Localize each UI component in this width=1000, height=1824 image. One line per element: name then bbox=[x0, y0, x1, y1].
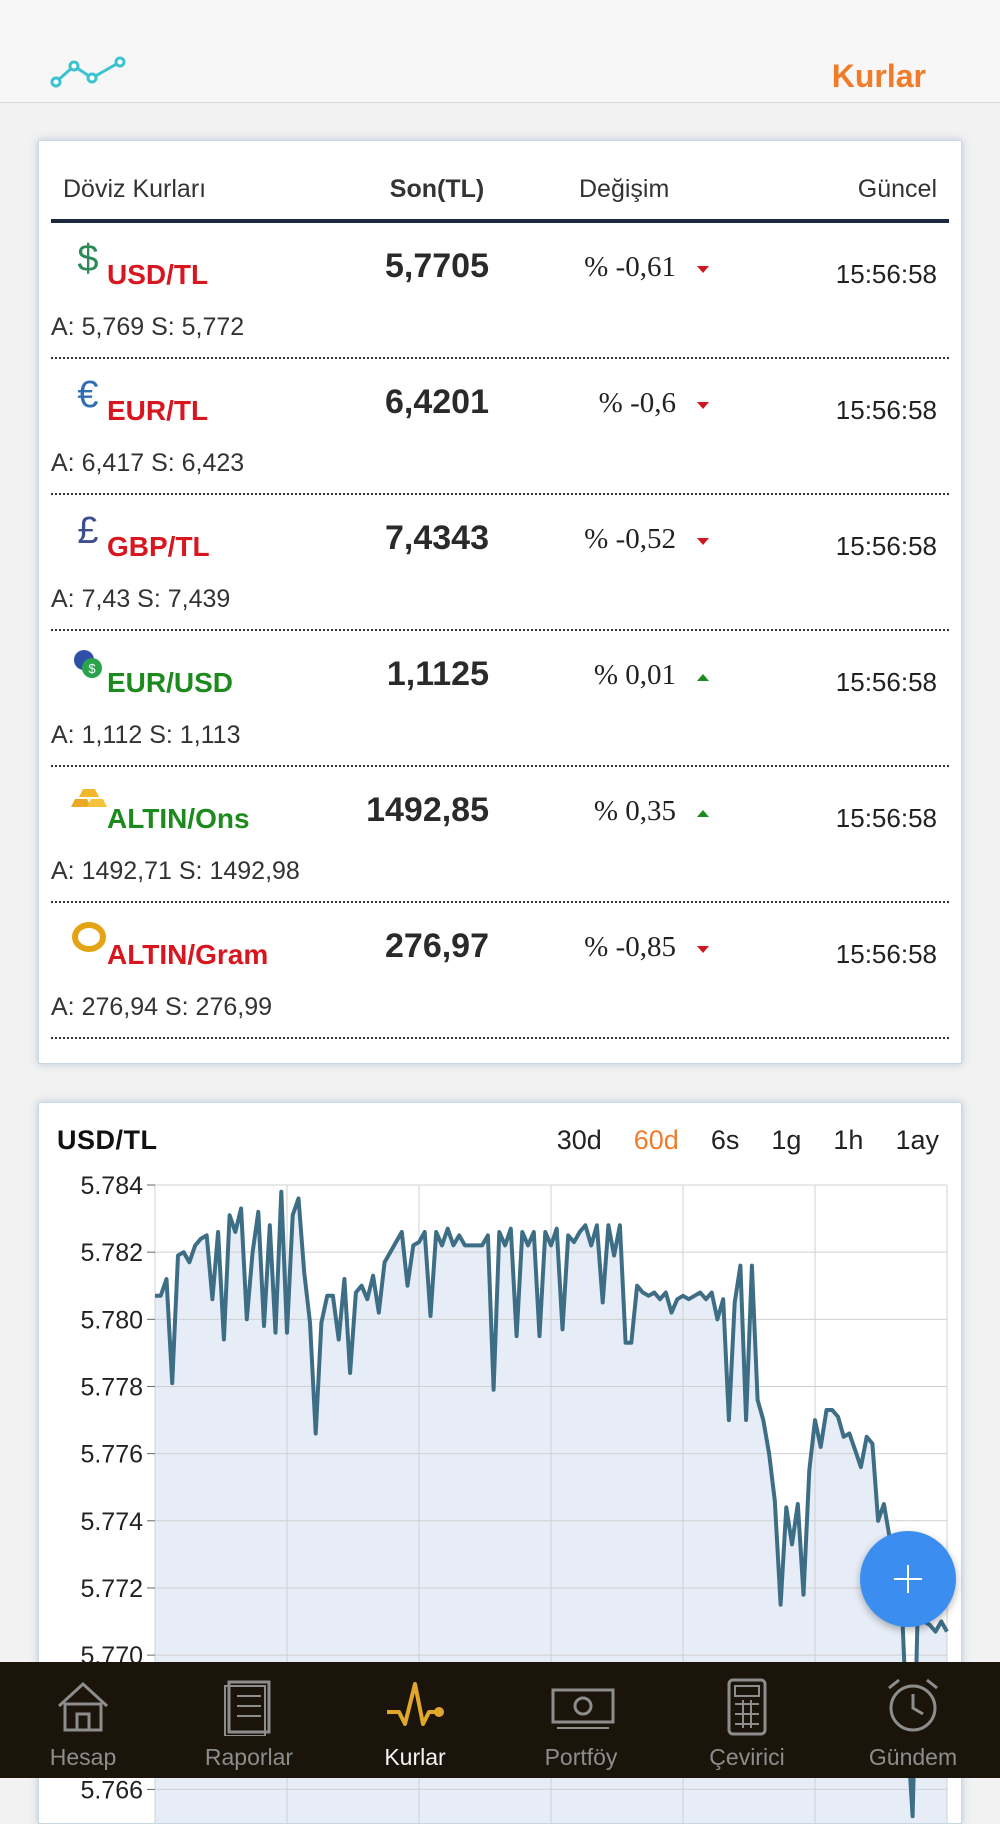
range-30d[interactable]: 30d bbox=[557, 1125, 602, 1155]
tab-bar: Hesap Raporlar Kurlar Portföy Çevirici G… bbox=[0, 1662, 1000, 1778]
change-percent: % 0,01 bbox=[593, 659, 676, 691]
rate-row-eur-usd[interactable]: $ EUR/USD 1,1125 % 0,01 15:56:58 A: 1,112 S: … bbox=[51, 629, 949, 767]
tab-cevirici[interactable]: Çevirici bbox=[664, 1662, 830, 1778]
update-time: 15:56:58 bbox=[835, 939, 937, 969]
bid-ask: A: 1,112 S: 1,113 bbox=[51, 721, 241, 749]
gold-bars-icon bbox=[71, 783, 107, 823]
y-tick-label: 5.766 bbox=[80, 1776, 143, 1804]
page-title: Kurlar bbox=[831, 58, 926, 94]
last-price: 5,7705 bbox=[385, 247, 489, 285]
bid-ask: A: 276,94 S: 276,99 bbox=[51, 993, 273, 1021]
currency-pair: ALTIN/Ons bbox=[107, 803, 250, 834]
bid-ask: A: 7,43 S: 7,439 bbox=[51, 585, 231, 613]
bid-ask: A: 6,417 S: 6,423 bbox=[51, 449, 245, 477]
range-1h[interactable]: 1h bbox=[833, 1125, 863, 1155]
column-header-updated: Güncel bbox=[857, 175, 937, 203]
change-percent: % -0,85 bbox=[584, 931, 676, 963]
rate-row-eur-tl[interactable]: € EUR/TL 6,4201 % -0,6 15:56:58 A: 6,417 S: 6… bbox=[51, 357, 949, 495]
last-price: 1492,85 bbox=[366, 791, 489, 829]
y-tick-label: 5.778 bbox=[80, 1373, 143, 1401]
rate-row-usd-tl[interactable]: $ USD/TL 5,7705 % -0,61 15:56:58 A: 5,769 S: … bbox=[51, 221, 949, 359]
y-tick-label: 5.774 bbox=[80, 1508, 143, 1536]
update-time: 15:56:58 bbox=[835, 803, 937, 833]
column-header-currency: Döviz Kurları bbox=[63, 175, 207, 203]
pound-icon: £ bbox=[77, 510, 99, 552]
arrow-up-icon bbox=[697, 810, 709, 817]
tab-kurlar[interactable]: Kurlar bbox=[332, 1662, 498, 1778]
pulse-icon bbox=[387, 1682, 444, 1726]
rates-table-header: Döviz Kurları Son(TL) Değişim Güncel bbox=[51, 141, 949, 223]
rate-row-altin-ons[interactable]: ALTIN/Ons 1492,85 % 0,35 15:56:58 A: 1492,71… bbox=[51, 765, 949, 903]
y-tick-label: 5.780 bbox=[80, 1306, 143, 1334]
last-price: 1,1125 bbox=[386, 655, 489, 693]
svg-text:$: $ bbox=[88, 661, 96, 676]
tab-portfoy[interactable]: Portföy bbox=[498, 1662, 664, 1778]
chart-title: USD/TL bbox=[57, 1125, 158, 1155]
y-tick-label: 5.784 bbox=[80, 1172, 143, 1200]
tab-label: Hesap bbox=[49, 1744, 117, 1770]
change-percent: % -0,61 bbox=[584, 251, 676, 283]
coins-icon: $ bbox=[71, 647, 105, 687]
trend-line-icon[interactable] bbox=[48, 50, 128, 90]
currency-pair: EUR/TL bbox=[107, 395, 209, 426]
tab-raporlar[interactable]: Raporlar bbox=[166, 1662, 332, 1778]
arrow-down-icon bbox=[697, 946, 709, 953]
update-time: 15:56:58 bbox=[835, 395, 937, 425]
currency-pair: USD/TL bbox=[107, 259, 209, 290]
y-tick-label: 5.776 bbox=[80, 1441, 143, 1469]
y-tick-label: 5.782 bbox=[80, 1239, 143, 1267]
tab-label: Kurlar bbox=[384, 1744, 446, 1770]
arrow-down-icon bbox=[697, 402, 709, 409]
arrow-down-icon bbox=[697, 538, 709, 545]
dollar-icon: $ bbox=[77, 238, 99, 280]
range-selector: 30d 60d 6s 1g 1h 1ay bbox=[525, 1125, 939, 1156]
tab-hesap[interactable]: Hesap bbox=[0, 1662, 166, 1778]
tab-gundem[interactable]: Gündem bbox=[830, 1662, 996, 1778]
rate-row-gbp-tl[interactable]: £ GBP/TL 7,4343 % -0,52 15:56:58 A: 7,43 S: 7… bbox=[51, 493, 949, 631]
change-percent: % -0,52 bbox=[584, 523, 676, 555]
report-icon bbox=[224, 1680, 271, 1736]
calculator-icon bbox=[727, 1678, 767, 1736]
tab-label: Çevirici bbox=[709, 1744, 785, 1770]
home-icon bbox=[57, 1681, 109, 1732]
tab-label: Gündem bbox=[868, 1744, 958, 1770]
range-60d[interactable]: 60d bbox=[634, 1125, 679, 1155]
top-bar: Kurlar bbox=[0, 0, 1000, 103]
y-tick-label: 5.772 bbox=[80, 1575, 143, 1603]
change-percent: % 0,35 bbox=[593, 795, 676, 827]
rate-row-altin-gram[interactable]: ALTIN/Gram 276,97 % -0,85 15:56:58 A: 276,94… bbox=[51, 901, 949, 1039]
change-percent: % -0,6 bbox=[598, 387, 676, 419]
rates-table: Döviz Kurları Son(TL) Değişim Güncel $ US… bbox=[38, 140, 962, 1064]
arrow-down-icon bbox=[697, 266, 709, 273]
last-price: 276,97 bbox=[385, 927, 489, 965]
column-header-last: Son(TL) bbox=[389, 175, 485, 203]
bid-ask: A: 1492,71 S: 1492,98 bbox=[51, 857, 300, 885]
column-header-change: Değişim bbox=[579, 175, 670, 203]
alarm-clock-icon bbox=[888, 1678, 938, 1732]
currency-pair: ALTIN/Gram bbox=[107, 939, 269, 970]
banknote-icon bbox=[551, 1688, 615, 1729]
currency-pair: EUR/USD bbox=[107, 667, 234, 698]
last-price: 7,4343 bbox=[385, 519, 489, 557]
gold-ring-icon bbox=[71, 919, 106, 959]
tab-label: Portföy bbox=[544, 1744, 618, 1770]
range-1g[interactable]: 1g bbox=[771, 1125, 801, 1155]
range-6s[interactable]: 6s bbox=[711, 1125, 740, 1155]
euro-icon: € bbox=[77, 374, 99, 416]
update-time: 15:56:58 bbox=[835, 259, 937, 289]
update-time: 15:56:58 bbox=[835, 531, 937, 561]
range-1ay[interactable]: 1ay bbox=[895, 1125, 939, 1155]
tab-label: Raporlar bbox=[204, 1744, 294, 1770]
add-button[interactable] bbox=[860, 1531, 956, 1627]
arrow-up-icon bbox=[697, 674, 709, 681]
bid-ask: A: 5,769 S: 5,772 bbox=[51, 313, 245, 341]
last-price: 6,4201 bbox=[385, 383, 489, 421]
currency-pair: GBP/TL bbox=[107, 531, 210, 562]
update-time: 15:56:58 bbox=[835, 667, 937, 697]
